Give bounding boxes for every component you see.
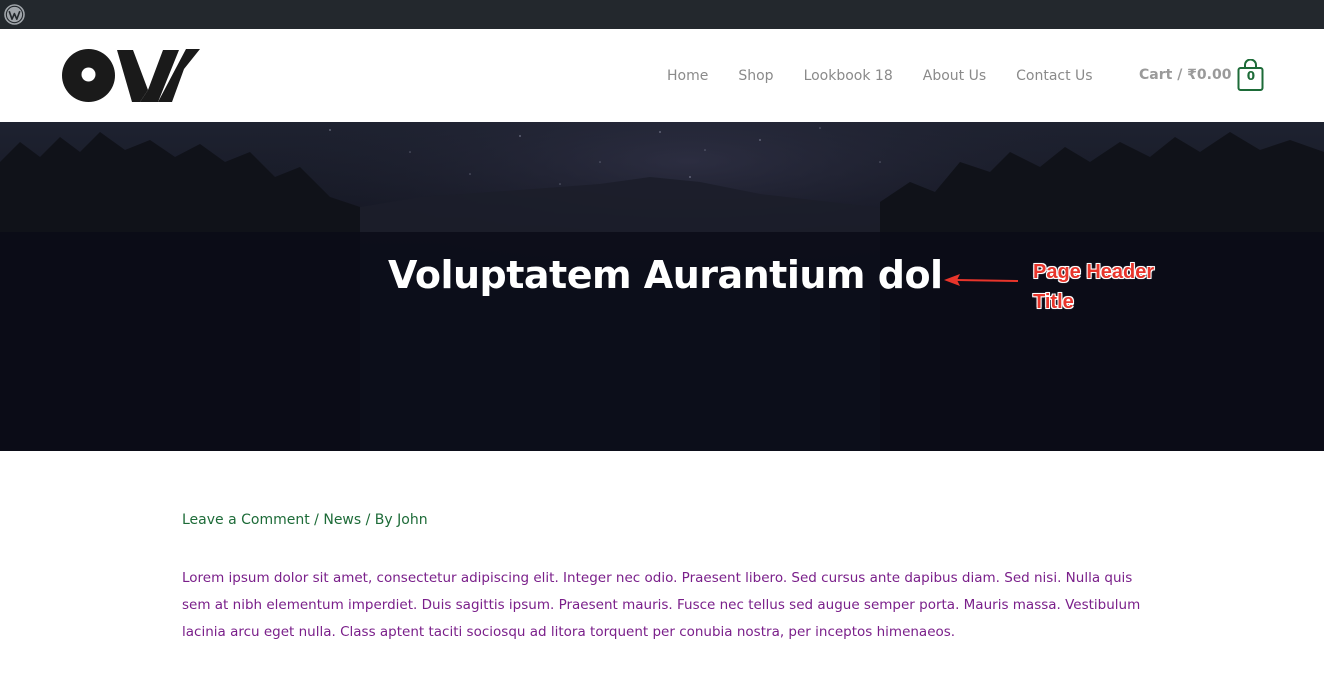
main-navigation: Home Shop Lookbook 18 About Us Contact U… (652, 29, 1108, 122)
cart-count-badge: 0 (1246, 68, 1256, 83)
annotation-line-2: Title (1033, 291, 1074, 313)
annotation-label: Page Header Title (1033, 257, 1154, 317)
nav-item-lookbook[interactable]: Lookbook 18 (789, 68, 908, 84)
nav-item-home[interactable]: Home (652, 68, 723, 84)
meta-separator: / (309, 512, 324, 528)
cart-link[interactable]: Cart / ₹0.00 0 (1139, 57, 1264, 93)
annotation-line-1: Page Header (1033, 261, 1155, 283)
site-header: Home Shop Lookbook 18 About Us Contact U… (0, 29, 1324, 122)
nav-item-shop[interactable]: Shop (723, 68, 788, 84)
page-header-title: Voluptatem Aurantium dol (388, 253, 943, 297)
nav-item-about[interactable]: About Us (908, 68, 1001, 84)
cart-total: Cart / ₹0.00 (1139, 67, 1232, 83)
post-meta: Leave a Comment / News / By John (182, 512, 428, 528)
shopping-bag-icon[interactable]: 0 (1237, 58, 1264, 92)
wordpress-icon[interactable] (4, 4, 25, 25)
site-logo[interactable] (62, 49, 200, 102)
author-link[interactable]: John (397, 512, 427, 528)
meta-author-prefix: / By (361, 512, 398, 528)
post-content: Lorem ipsum dolor sit amet, consectetur … (182, 570, 1141, 640)
nav-item-contact[interactable]: Contact Us (1001, 68, 1107, 84)
leave-comment-link[interactable]: Leave a Comment (182, 512, 310, 528)
admin-bar (0, 0, 1324, 29)
annotation-arrow-icon (944, 274, 1019, 286)
category-link[interactable]: News (323, 512, 361, 528)
